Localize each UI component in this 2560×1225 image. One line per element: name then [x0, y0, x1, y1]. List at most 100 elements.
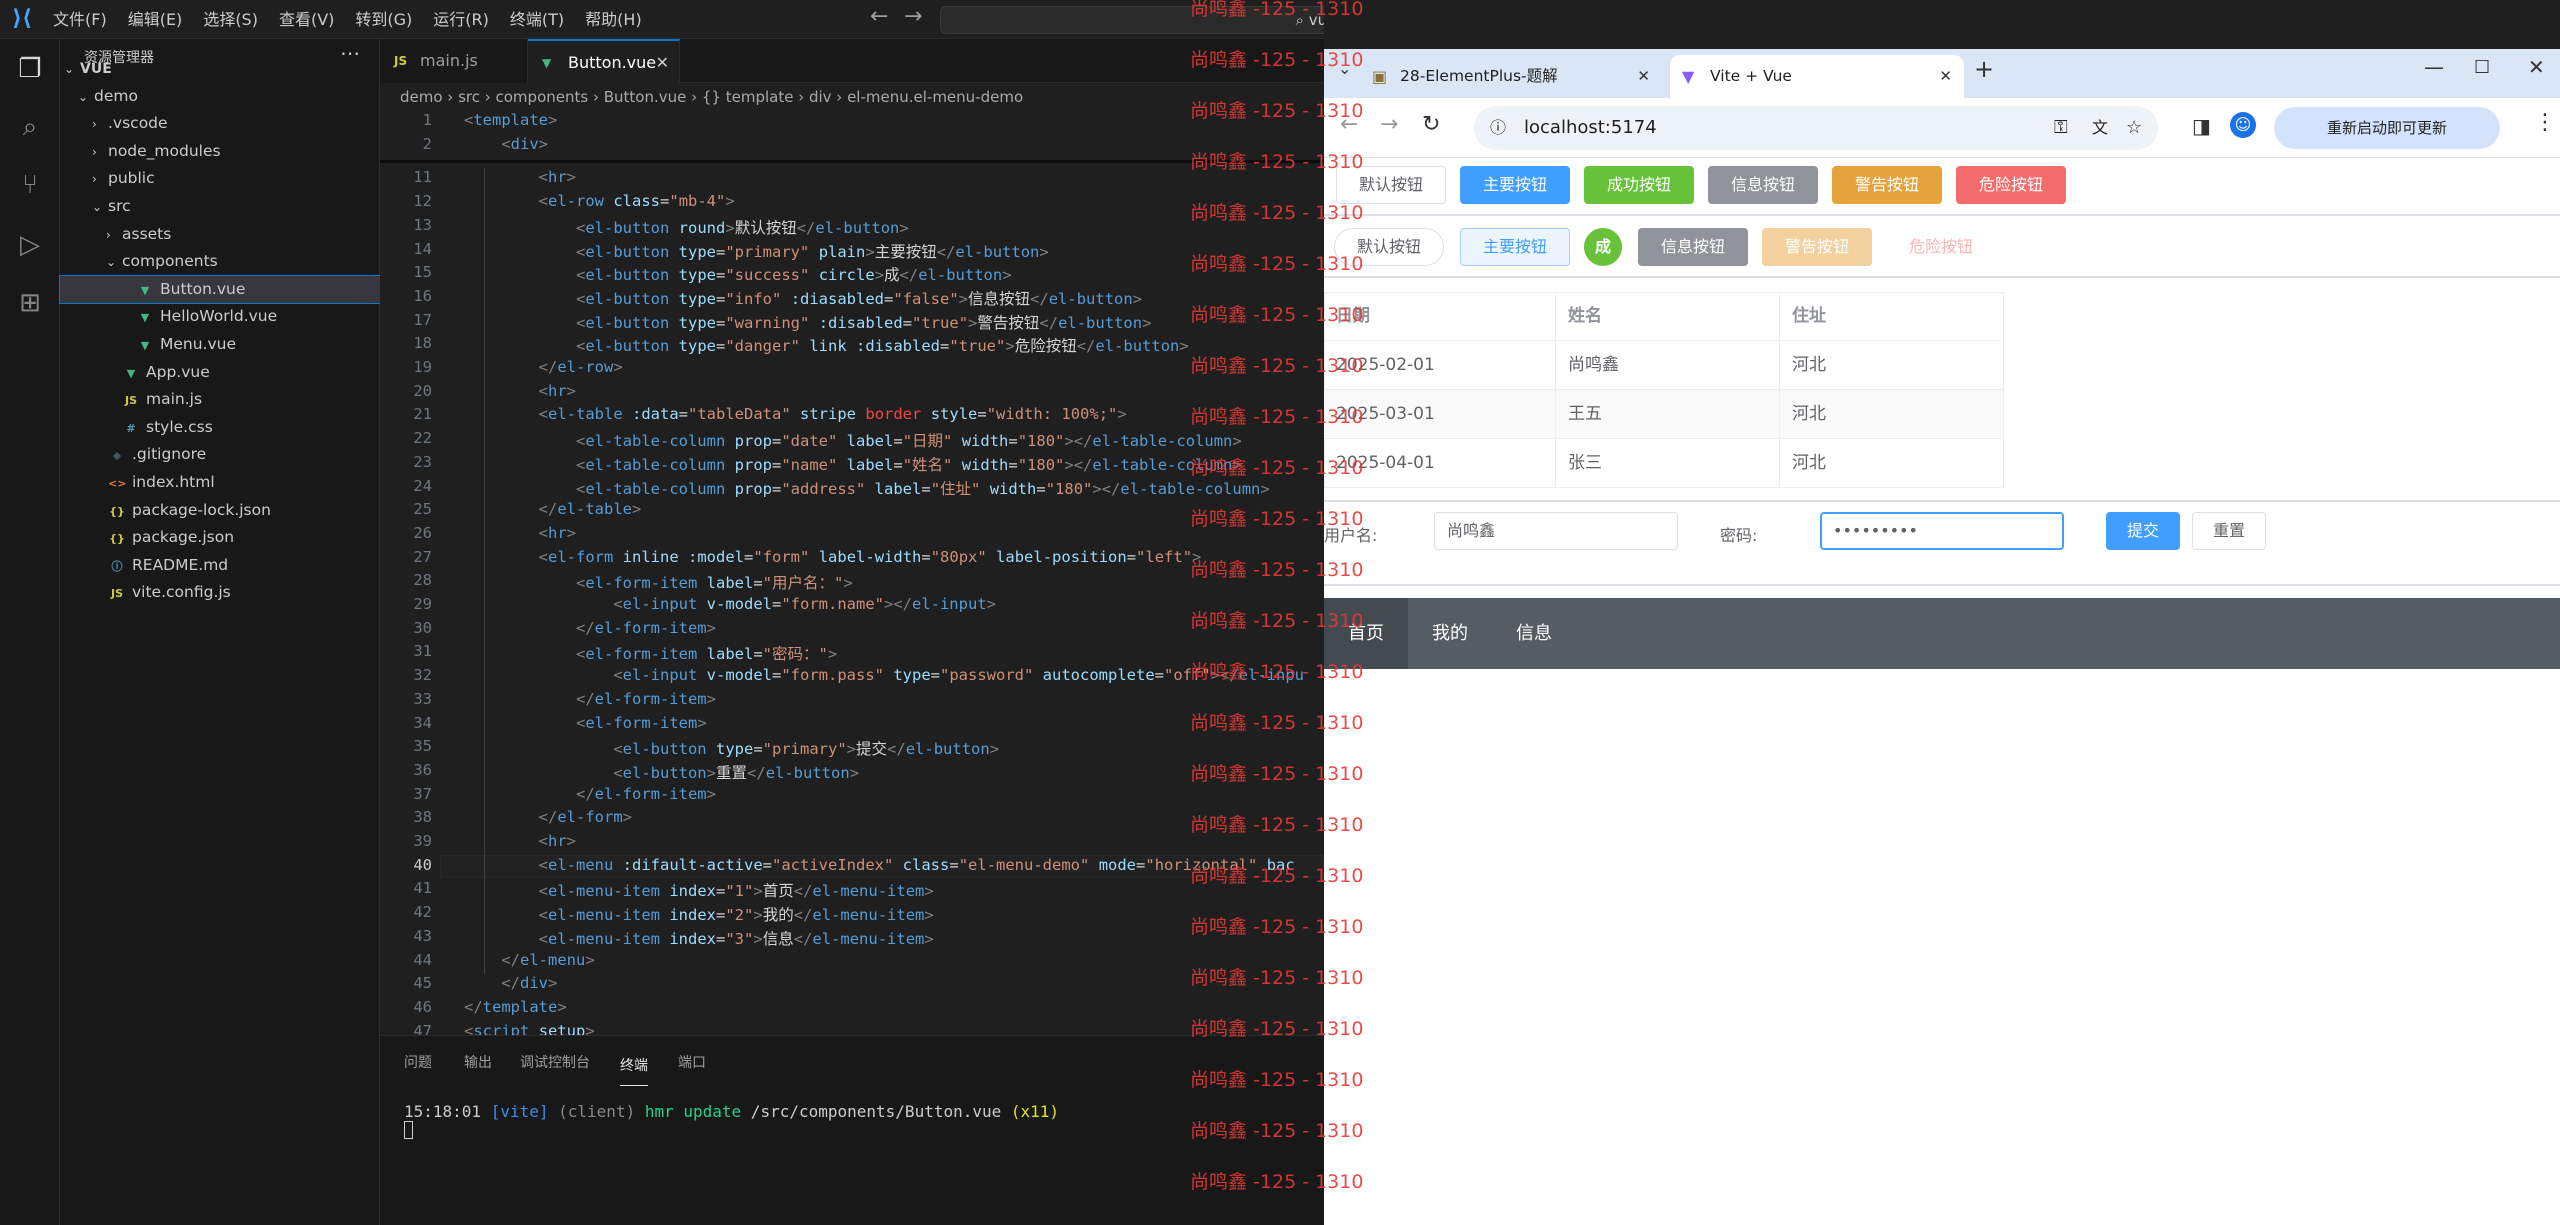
tree-item-style-css[interactable]: # style.css [60, 414, 380, 441]
tree-item-demo[interactable]: ⌄ demo [60, 83, 380, 110]
menu-item[interactable]: 转到(G) [355, 0, 412, 39]
source-control-icon[interactable]: ⑂ [14, 169, 46, 201]
address-bar[interactable]: ⓘ localhost:5174 ⚿ 文 ☆ [1474, 106, 2158, 150]
tree-item-button-vue[interactable]: ▼ Button.vue [59, 274, 381, 304]
forward-icon[interactable]: → [904, 4, 922, 29]
tree-item-package-json[interactable]: {} package.json [60, 524, 380, 551]
code-line: <el-form-item label="用户名："> [575, 574, 853, 593]
tree-item-label: assets [122, 224, 172, 243]
site-info-icon[interactable]: ⓘ [1490, 106, 1506, 150]
panel-tab[interactable]: 输出 [464, 1036, 492, 1090]
panel-tab[interactable]: 调试控制台 [520, 1036, 590, 1090]
menu-item-3[interactable]: 信息 [1492, 598, 1576, 669]
close-window-icon[interactable]: ✕ [2528, 55, 2545, 79]
line-number: 11 [413, 168, 432, 187]
panel-tab[interactable]: 终端 [620, 1040, 648, 1086]
menu-item[interactable]: 运行(R) [433, 0, 489, 39]
tree-item-label: package.json [132, 528, 235, 547]
reset-button[interactable]: 重置 [2192, 512, 2266, 550]
tree-item--gitignore[interactable]: ◆ .gitignore [60, 441, 380, 468]
extensions-icon[interactable]: ⊞ [14, 287, 46, 319]
menu-item[interactable]: 选择(S) [203, 0, 258, 39]
line-number: 35 [413, 737, 432, 756]
button-5[interactable]: 警告按钮 [1762, 228, 1872, 266]
close-tab-icon[interactable]: ✕ [656, 41, 669, 85]
password-input[interactable]: ••••••••• [1820, 512, 2064, 550]
tree-item-node-modules[interactable]: › node_modules [60, 138, 380, 165]
menu-item-2[interactable]: 我的 [1408, 598, 1492, 669]
line-number: 25 [413, 500, 432, 519]
forward-icon[interactable]: → [1380, 112, 1398, 137]
code-line: </el-form-item> [575, 784, 716, 803]
tree-item-readme-md[interactable]: ⓘ README.md [60, 552, 380, 579]
tree-item-src[interactable]: ⌄ src [60, 193, 380, 220]
button-6[interactable]: 危险按钮 [1886, 228, 1996, 266]
line-number: 23 [413, 452, 432, 471]
browser-tab[interactable]: ▣ 28-ElementPlus-题解 ✕ [1360, 55, 1662, 98]
watermark-text: 尚鸣鑫 -125 - 1310 [1190, 508, 1364, 530]
maximize-icon[interactable]: ☐ [2474, 57, 2490, 78]
vue-file-icon: ▼ [542, 56, 552, 70]
reload-icon[interactable]: ↻ [1422, 112, 1440, 137]
editor-tab-main-js[interactable]: JS main.js [380, 39, 528, 83]
username-input[interactable]: 尚鸣鑫 [1434, 512, 1678, 550]
minimize-icon[interactable]: — [2424, 55, 2444, 79]
tree-item-vue[interactable]: ⌄ VUE [60, 55, 380, 82]
chrome-menu-icon[interactable]: ⋮ [2534, 110, 2556, 135]
panel-tab[interactable]: 端口 [678, 1036, 706, 1090]
key-icon[interactable]: ⚿ [2054, 106, 2068, 150]
button-3[interactable]: 成功按钮 [1584, 166, 1694, 204]
side-panel-icon[interactable]: ◨ [2192, 114, 2211, 138]
tree-item-vite-config-js[interactable]: JS vite.config.js [60, 579, 380, 606]
panel-tab[interactable]: 问题 [404, 1036, 432, 1090]
line-number: 12 [413, 192, 432, 211]
watermark-text: 尚鸣鑫 -125 - 1310 [1190, 1018, 1364, 1040]
button-5[interactable]: 警告按钮 [1832, 166, 1942, 204]
code-line: <el-table :data="tableData" stripe borde… [538, 405, 1127, 424]
button-3[interactable]: 成 [1584, 228, 1622, 266]
tree-item-package-lock-json[interactable]: {} package-lock.json [60, 497, 380, 524]
code-line: <el-table-column prop="address" label="住… [575, 479, 1270, 498]
editor-tab-button-vue[interactable]: ▼ Button.vue ✕ [528, 39, 680, 83]
tree-item-assets[interactable]: › assets [60, 221, 380, 248]
table-cell: 张三 [1556, 439, 1780, 488]
line-number: 21 [413, 405, 432, 424]
tree-item-menu-vue[interactable]: ▼ Menu.vue [60, 331, 380, 358]
submit-button[interactable]: 提交 [2106, 512, 2180, 550]
menu-item[interactable]: 查看(V) [279, 0, 334, 39]
breadcrumb[interactable]: demo › src › components › Button.vue › {… [380, 83, 1023, 111]
tree-item-index-html[interactable]: <> index.html [60, 469, 380, 496]
button-4[interactable]: 信息按钮 [1708, 166, 1818, 204]
explorer-icon[interactable]: ❐ [14, 53, 46, 85]
button-4[interactable]: 信息按钮 [1638, 228, 1748, 266]
tree-item-main-js[interactable]: JS main.js [60, 386, 380, 413]
translate-icon[interactable]: 文 [2092, 106, 2108, 150]
button-2[interactable]: 主要按钮 [1460, 228, 1570, 266]
code-line: </el-table> [538, 500, 642, 519]
update-chrome-button[interactable]: 重新启动即可更新 [2274, 107, 2500, 149]
close-tab-icon[interactable]: ✕ [1637, 55, 1650, 98]
browser-tab[interactable]: ▼ Vite + Vue ✕ [1670, 55, 1964, 98]
bookmark-star-icon[interactable]: ☆ [2126, 106, 2142, 150]
run-debug-icon[interactable]: ▷ [14, 229, 46, 261]
menu-item[interactable]: 编辑(E) [128, 0, 183, 39]
tree-item-label: src [108, 197, 131, 215]
terminal-output[interactable]: 15:18:01 [vite] (client) hmr update /src… [404, 1102, 1059, 1143]
menu-item[interactable]: 终端(T) [510, 0, 564, 39]
tree-item-components[interactable]: ⌄ components [60, 248, 380, 275]
profile-avatar-icon[interactable]: ☺ [2230, 112, 2256, 138]
search-view-icon[interactable]: ⌕ [14, 111, 46, 143]
new-tab-icon[interactable]: + [1974, 55, 1994, 83]
button-2[interactable]: 主要按钮 [1460, 166, 1570, 204]
tree-item-public[interactable]: › public [60, 165, 380, 192]
tree-item-helloworld-vue[interactable]: ▼ HelloWorld.vue [60, 303, 380, 330]
line-number: 1 [422, 111, 432, 129]
tree-item-label: package-lock.json [132, 500, 271, 519]
tree-item-app-vue[interactable]: ▼ App.vue [60, 359, 380, 386]
menu-item[interactable]: 文件(F) [53, 0, 107, 39]
button-6[interactable]: 危险按钮 [1956, 166, 2066, 204]
close-tab-icon[interactable]: ✕ [1939, 55, 1952, 98]
menu-item[interactable]: 帮助(H) [585, 0, 642, 39]
back-icon[interactable]: ← [870, 4, 888, 29]
tree-item--vscode[interactable]: › .vscode [60, 110, 380, 137]
